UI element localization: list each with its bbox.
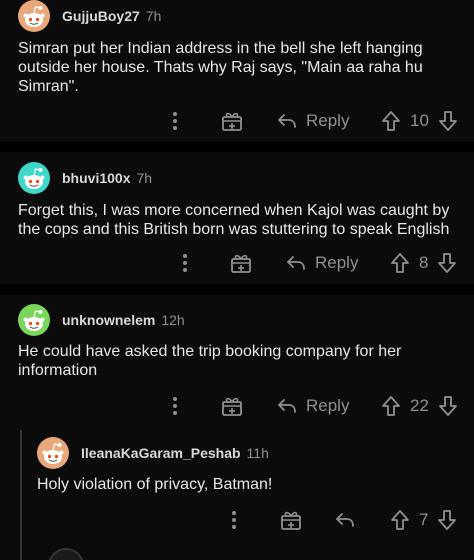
timestamp: 7h: [145, 8, 162, 24]
upvote-arrow-icon[interactable]: [380, 395, 402, 417]
more-options-button[interactable]: [183, 248, 187, 278]
reply-arrow-icon: [276, 110, 298, 132]
snoo-avatar-icon: [37, 437, 69, 469]
comment-actions: Reply 10: [0, 106, 474, 136]
more-options-button[interactable]: [173, 391, 177, 421]
vote-controls: 22: [380, 391, 459, 421]
downvote-arrow-icon[interactable]: [436, 252, 458, 274]
more-options-icon: [173, 397, 177, 401]
comment-actions: Reply 8: [0, 248, 474, 278]
reply-header: IleanaKaGaram_Peshab 11h: [37, 437, 269, 469]
avatar[interactable]: [37, 437, 69, 469]
comment-header-1: GujjuBoy27 7h: [18, 0, 161, 32]
downvote-arrow-icon[interactable]: [437, 395, 459, 417]
award-button[interactable]: [280, 505, 302, 535]
award-button[interactable]: [221, 391, 243, 421]
reply-button[interactable]: Reply: [285, 248, 358, 278]
vote-controls: 10: [380, 106, 459, 136]
more-options-icon: [232, 511, 236, 515]
username[interactable]: bhuvi100x: [62, 170, 130, 186]
award-button[interactable]: [230, 248, 252, 278]
more-options-button[interactable]: [173, 106, 177, 136]
reply-label: Reply: [306, 396, 350, 415]
username[interactable]: GujjuBoy27: [62, 8, 140, 24]
vote-controls: 7: [389, 505, 458, 535]
timestamp: 12h: [161, 312, 185, 328]
comment-card-3: unknownelem 12h He could have asked the …: [0, 295, 474, 560]
award-icon: [221, 395, 243, 417]
comment-text: He could have asked the trip booking com…: [18, 343, 402, 379]
avatar[interactable]: [18, 304, 50, 336]
vote-count: 7: [419, 510, 429, 529]
vote-controls: 8: [389, 248, 458, 278]
award-icon: [221, 110, 243, 132]
vote-count: 22: [410, 396, 429, 415]
vote-count: 10: [410, 111, 429, 130]
snoo-avatar-icon: [18, 304, 50, 336]
award-icon: [230, 252, 252, 274]
upvote-arrow-icon[interactable]: [389, 509, 411, 531]
thread-line[interactable]: [20, 430, 22, 560]
timestamp: 11h: [246, 445, 269, 461]
reply-label: Reply: [315, 253, 359, 272]
comment-actions: 7: [0, 505, 474, 535]
comment-text: Forget this, I was more concerned when K…: [18, 202, 450, 238]
comment-card-1: GujjuBoy27 7h Simran put her Indian addr…: [0, 0, 474, 142]
timestamp: 7h: [136, 170, 153, 186]
reply-arrow-icon: [285, 252, 307, 274]
comment-text: Holy violation of privacy, Batman!: [37, 476, 273, 493]
upvote-arrow-icon[interactable]: [380, 110, 402, 132]
comment-header-2: bhuvi100x 7h: [18, 162, 152, 194]
reply-button[interactable]: Reply: [276, 391, 349, 421]
avatar[interactable]: [18, 0, 50, 32]
snoo-avatar-icon: [18, 162, 50, 194]
username[interactable]: IleanaKaGaram_Peshab: [81, 445, 241, 461]
reply-button[interactable]: [334, 505, 356, 535]
award-icon: [280, 509, 302, 531]
award-button[interactable]: [221, 106, 243, 136]
snoo-avatar-icon: [18, 0, 50, 32]
reply-label: Reply: [306, 111, 350, 130]
more-options-icon: [183, 254, 187, 258]
upvote-arrow-icon[interactable]: [389, 252, 411, 274]
comment-actions: Reply 22: [0, 391, 474, 421]
comment-text: Simran put her Indian address in the bel…: [18, 40, 423, 95]
more-options-button[interactable]: [232, 505, 236, 535]
downvote-arrow-icon[interactable]: [437, 110, 459, 132]
comment-header-3: unknownelem 12h: [18, 304, 185, 336]
downvote-arrow-icon[interactable]: [436, 509, 458, 531]
reply-arrow-icon: [276, 395, 298, 417]
reply-arrow-icon: [334, 509, 356, 531]
avatar[interactable]: [18, 162, 50, 194]
username[interactable]: unknownelem: [62, 312, 155, 328]
vote-count: 8: [419, 253, 429, 272]
more-options-icon: [173, 112, 177, 116]
comment-card-2: bhuvi100x 7h Forget this, I was more con…: [0, 152, 474, 284]
reply-button[interactable]: Reply: [276, 106, 349, 136]
